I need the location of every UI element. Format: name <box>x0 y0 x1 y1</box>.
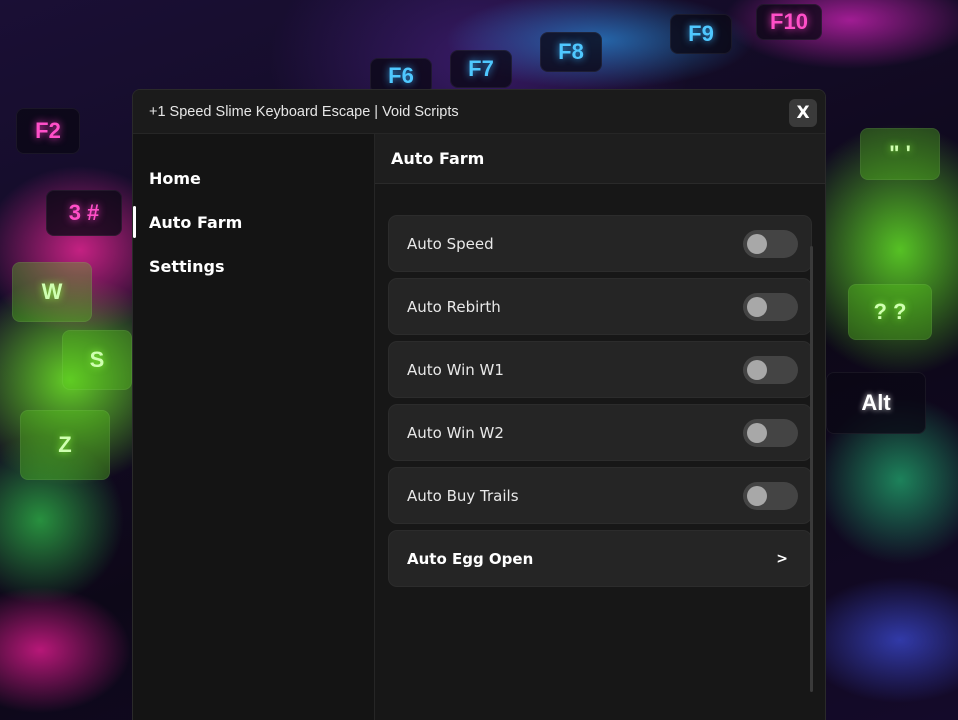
keycap-f8: F8 <box>540 32 602 72</box>
option-label: Auto Win W2 <box>407 423 504 442</box>
keycap-3: 3 # <box>46 190 122 236</box>
option-label: Auto Speed <box>407 234 494 253</box>
toggle-knob <box>747 422 767 443</box>
keycap-f10: F10 <box>756 4 822 40</box>
keycap-quote: " ' <box>860 128 940 180</box>
sidebar-item-home[interactable]: Home <box>133 156 374 200</box>
option-label: Auto Egg Open <box>407 549 534 568</box>
auto-speed-toggle[interactable] <box>743 229 798 258</box>
keycap-question: ? ? <box>848 284 932 340</box>
sidebar-item-label: Home <box>149 168 201 188</box>
window-body: Home Auto Farm Settings Auto Farm Auto S… <box>133 134 825 720</box>
keycap-s: S <box>62 330 132 390</box>
option-label: Auto Win W1 <box>407 360 504 379</box>
sidebar-item-settings[interactable]: Settings <box>133 244 374 288</box>
main-panel: Auto Farm Auto Speed Auto Rebirth Auto W… <box>375 134 825 720</box>
close-button[interactable]: X <box>789 99 817 127</box>
list-item-auto-buy-trails[interactable]: Auto Buy Trails <box>388 467 812 524</box>
chevron-right-icon: > <box>776 550 788 567</box>
auto-win-w1-toggle[interactable] <box>743 355 798 384</box>
list-item-auto-egg-open[interactable]: Auto Egg Open > <box>388 530 812 587</box>
sidebar: Home Auto Farm Settings <box>133 134 375 720</box>
sidebar-item-label: Settings <box>149 256 225 276</box>
script-window: +1 Speed Slime Keyboard Escape | Void Sc… <box>132 89 826 720</box>
window-title: +1 Speed Slime Keyboard Escape | Void Sc… <box>149 103 459 120</box>
option-label: Auto Rebirth <box>407 297 501 316</box>
options-list: Auto Speed Auto Rebirth Auto Win W1 Auto… <box>388 215 812 593</box>
toggle-knob <box>747 485 767 506</box>
toggle-knob <box>747 296 767 317</box>
sidebar-item-label: Auto Farm <box>149 212 243 232</box>
keycap-f9: F9 <box>670 14 732 54</box>
keycap-alt: Alt <box>826 372 926 434</box>
list-item-auto-win-w2[interactable]: Auto Win W2 <box>388 404 812 461</box>
auto-rebirth-toggle[interactable] <box>743 292 798 321</box>
option-label: Auto Buy Trails <box>407 486 519 505</box>
keycap-w: W <box>12 262 92 322</box>
toggle-knob <box>747 359 767 380</box>
title-bar[interactable]: +1 Speed Slime Keyboard Escape | Void Sc… <box>133 90 825 134</box>
auto-buy-trails-toggle[interactable] <box>743 481 798 510</box>
scrollbar[interactable] <box>810 246 813 692</box>
keycap-f2: F2 <box>16 108 80 154</box>
list-item-auto-win-w1[interactable]: Auto Win W1 <box>388 341 812 398</box>
close-icon: X <box>796 103 810 123</box>
keycap-f7: F7 <box>450 50 512 88</box>
sidebar-item-auto-farm[interactable]: Auto Farm <box>133 200 374 244</box>
list-item-auto-speed[interactable]: Auto Speed <box>388 215 812 272</box>
toggle-knob <box>747 233 767 254</box>
list-item-auto-rebirth[interactable]: Auto Rebirth <box>388 278 812 335</box>
section-title: Auto Farm <box>375 134 825 184</box>
keycap-z: Z <box>20 410 110 480</box>
auto-win-w2-toggle[interactable] <box>743 418 798 447</box>
